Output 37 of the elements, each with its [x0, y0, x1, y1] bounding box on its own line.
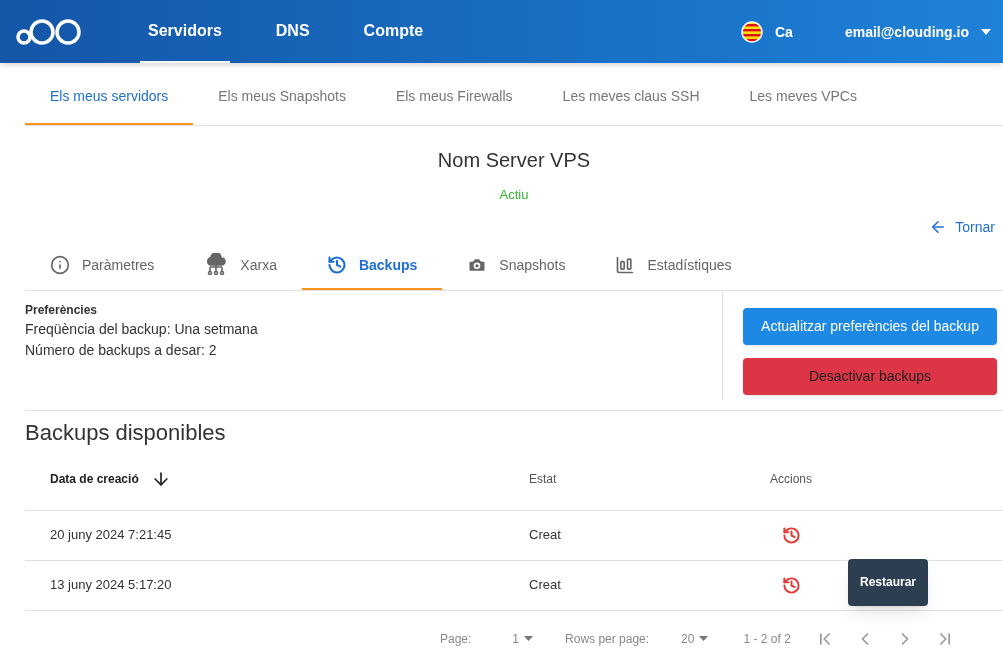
section-title: Backups disponibles	[25, 418, 227, 447]
preference-line: Freqüència del backup: Una setmana	[25, 319, 259, 339]
column-header: Estat	[528, 471, 558, 487]
tooltip: Restaurar	[848, 558, 928, 606]
tab[interactable]: Paràmetres	[25, 242, 180, 290]
table-cell-text: Creat	[528, 526, 562, 545]
language-label[interactable]: Ca	[775, 21, 793, 42]
rows-per-page-select[interactable]: 20	[681, 630, 709, 647]
tab[interactable]: Snapshots	[442, 242, 591, 290]
server-status: Actiu	[499, 186, 529, 204]
server-name: Nom Server VPS	[437, 148, 591, 173]
tab[interactable]: Les meves claus SSH	[537, 63, 725, 125]
preferences-title: Preferències	[25, 301, 99, 318]
tab[interactable]: Els meus Snapshots	[193, 63, 371, 125]
update-preferences-button[interactable]: Actualitzar preferències del backup	[743, 307, 997, 345]
rows-per-page-label: Rows per page:	[565, 630, 650, 647]
back-link[interactable]: Tornar	[929, 216, 995, 237]
tab[interactable]: Backups	[301, 242, 443, 290]
page-select[interactable]: 1	[512, 630, 534, 647]
tab[interactable]: Les meves VPCs	[724, 63, 882, 125]
page-label: Page:	[440, 630, 472, 647]
preference-line: Número de backups a desar: 2	[25, 340, 218, 360]
tab[interactable]: Estadístiques	[590, 242, 757, 290]
nav-link[interactable]: DNS	[267, 0, 318, 63]
nav-link[interactable]: Servidors	[140, 0, 230, 63]
column-header[interactable]: Data de creació	[50, 471, 139, 487]
page-range: 1 - 2 of 2	[743, 630, 791, 647]
column-header: Accions	[769, 471, 813, 487]
table-cell-text: 13 juny 2024 5:17:20	[49, 576, 173, 595]
tab[interactable]: Xarxa	[179, 242, 302, 290]
table-cell-text: 20 juny 2024 7:21:45	[49, 526, 173, 545]
table-cell-text: Creat	[528, 576, 562, 595]
tab[interactable]: Els meus servidors	[25, 63, 194, 125]
nav-link[interactable]: Compte	[355, 0, 432, 63]
tab[interactable]: Els meus Firewalls	[370, 63, 538, 125]
account-menu[interactable]: email@clouding.io	[844, 21, 991, 42]
disable-backups-button[interactable]: Desactivar backups	[743, 357, 997, 395]
